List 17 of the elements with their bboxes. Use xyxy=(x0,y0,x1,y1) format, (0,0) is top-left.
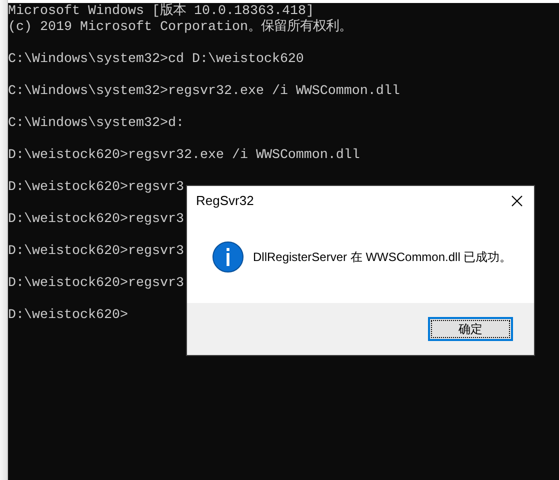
console-line: D:\weistock620>regsvr3 xyxy=(8,276,184,292)
console-line: C:\Windows\system32>cd D:\weistock620 xyxy=(8,52,304,68)
console-line: Microsoft Windows [版本 10.0.18363.418] xyxy=(8,4,314,19)
console-line: D:\weistock620> xyxy=(8,308,128,324)
dialog-title: RegSvr32 xyxy=(196,192,254,210)
console-line: D:\weistock620>regsvr3 xyxy=(8,244,184,260)
close-button[interactable] xyxy=(510,194,524,208)
console-line: D:\weistock620>regsvr32.exe /i WWSCommon.dll xyxy=(8,148,360,164)
console-line: D:\weistock620>regsvr3 xyxy=(8,180,184,196)
console-line: C:\Windows\system32>d: xyxy=(8,116,184,132)
close-icon xyxy=(511,195,523,207)
console-line: (c) 2019 Microsoft Corporation。保留所有权利。 xyxy=(8,20,352,36)
info-icon xyxy=(212,240,244,272)
ok-button[interactable]: 确定 xyxy=(428,317,513,341)
console-line: C:\Windows\system32>regsvr32.exe /i WWSCommon.dll xyxy=(8,84,400,100)
dialog-message: DllRegisterServer 在 WWSCommon.dll 已成功。 xyxy=(253,248,512,266)
console-line: D:\weistock620>regsvr3 xyxy=(8,212,184,228)
